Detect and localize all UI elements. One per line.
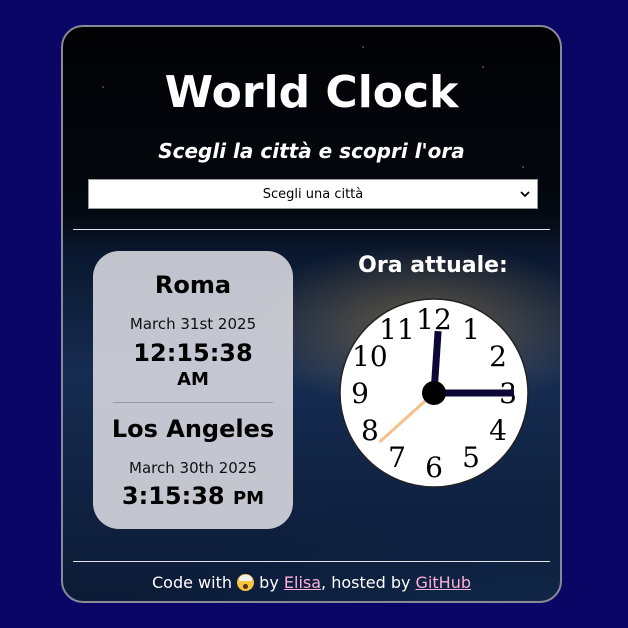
footer-prefix: Code with [151, 573, 232, 592]
divider [73, 561, 550, 562]
divider [73, 229, 550, 230]
github-link[interactable]: GitHub [416, 573, 471, 592]
city-time-line: 3:15:38 PM [93, 482, 293, 510]
clock-number: 8 [361, 414, 379, 447]
clock-label: Ora attuale: [358, 253, 508, 278]
clock-number: 9 [351, 377, 369, 410]
clock-number: 11 [379, 313, 415, 346]
divider [113, 402, 273, 403]
page-subtitle: Scegli la città e scopri l'ora [158, 139, 465, 163]
author-link[interactable]: Elisa [284, 573, 321, 592]
city-date: March 31st 2025 [129, 315, 257, 333]
clock-number: 6 [425, 451, 443, 484]
city-select-value: Scegli una città [262, 186, 364, 202]
city-times-panel: Roma March 31st 2025 12:15:38 AM Los Ang… [93, 251, 293, 529]
city-name: Los Angeles [111, 415, 275, 443]
clock-number: 5 [462, 441, 480, 474]
clock-number: 4 [489, 414, 507, 447]
footer-middle: , hosted by [321, 573, 411, 592]
city-name: Roma [154, 271, 232, 299]
analog-clock: 121234567891011 [339, 298, 529, 488]
footer-by: by [259, 573, 279, 592]
city-time: 3:15:38 [121, 482, 225, 510]
exploding-head-icon [237, 574, 255, 591]
city-time: 12:15:38 [133, 339, 253, 367]
footer: Code with by Elisa, hosted by GitHub [63, 573, 560, 592]
page-title: World Clock [164, 67, 459, 118]
city-select[interactable]: Scegli una città [88, 179, 538, 209]
city-ampm: PM [232, 488, 265, 509]
world-clock-card: World Clock Scegli la città e scopri l'o… [61, 25, 562, 603]
city-ampm: AM [177, 369, 209, 390]
city-date: March 30th 2025 [129, 459, 257, 477]
clock-number: 12 [416, 303, 452, 336]
clock-number: 1 [462, 313, 480, 346]
clock-center [422, 381, 446, 405]
clock-number: 7 [388, 441, 406, 474]
chevron-down-icon [520, 191, 530, 198]
clock-number: 2 [489, 340, 507, 373]
